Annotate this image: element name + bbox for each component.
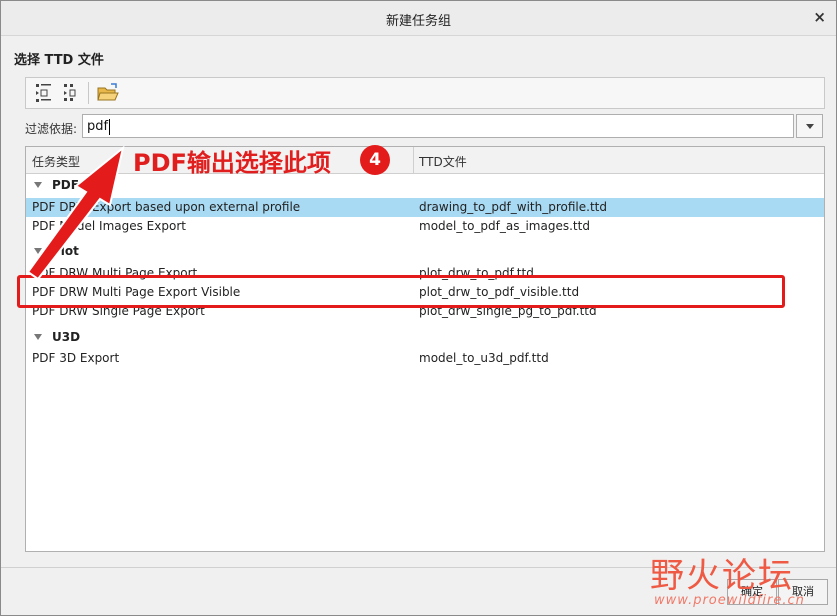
annotation-arrow-icon [26, 145, 125, 281]
step-badge: 4 [360, 145, 390, 175]
watermark-logo: 野火论坛 [650, 556, 794, 596]
annotation-text: PDF输出选择此项 [133, 149, 331, 177]
watermark-url: www.proewildfire.cn [654, 593, 805, 608]
